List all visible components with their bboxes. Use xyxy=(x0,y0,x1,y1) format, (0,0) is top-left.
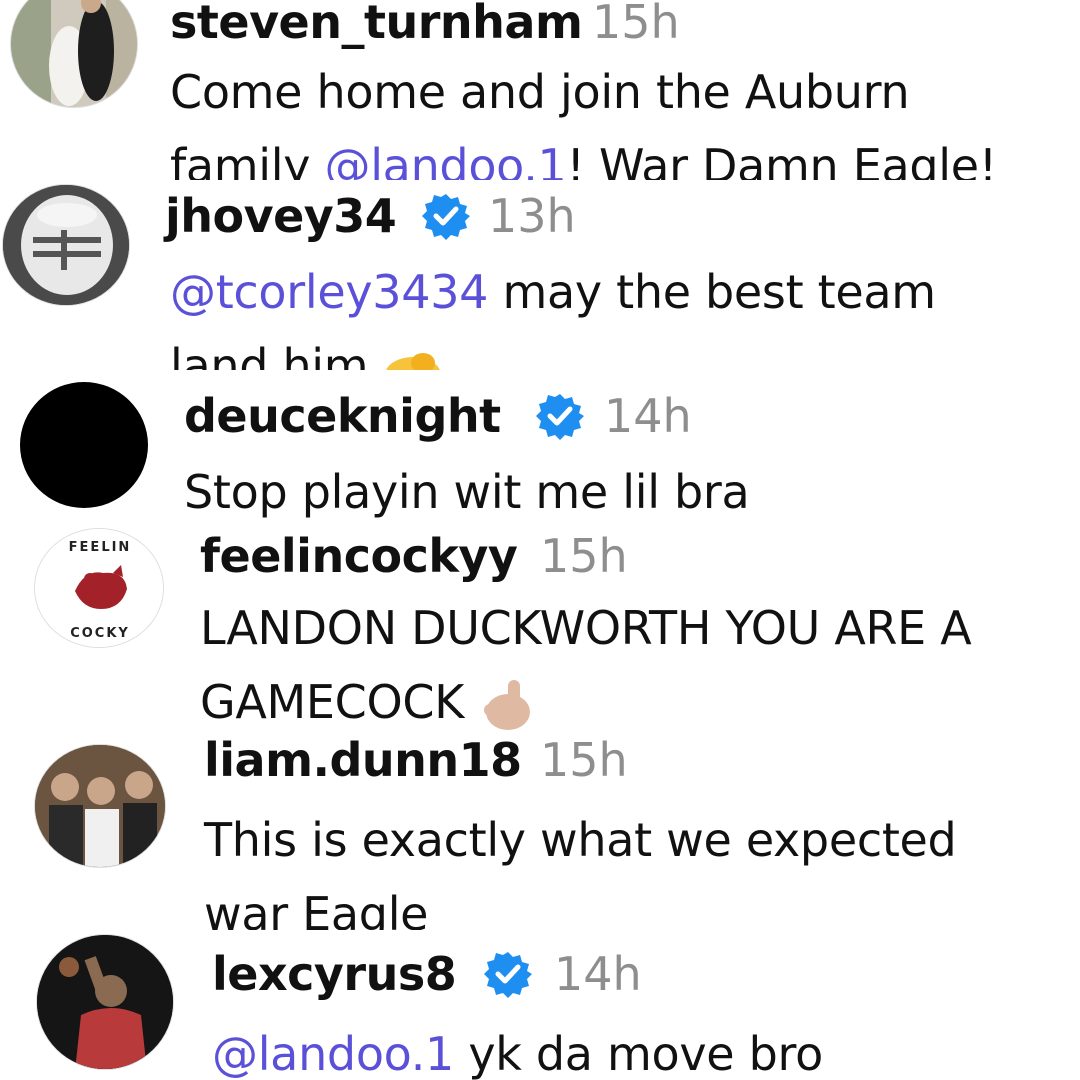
verified-badge-icon xyxy=(484,952,532,998)
mention-link[interactable]: @landoo.1 xyxy=(212,1027,454,1080)
comment-text: @tcorley3434 may the best team xyxy=(170,256,936,328)
avatar[interactable]: FEELIN COCKY xyxy=(34,528,164,648)
comment-steven-turnham: steven_turnham 15h Come home and join th… xyxy=(0,0,1080,180)
avatar-text: COCKY xyxy=(70,626,130,641)
avatar[interactable] xyxy=(36,934,174,1070)
comment-line: Come home and join the Auburn xyxy=(170,65,910,119)
timestamp: 13h xyxy=(488,189,576,243)
avatar[interactable] xyxy=(10,0,138,108)
comment-text: Come home and join the Auburn xyxy=(170,56,910,128)
comment-text-part: family xyxy=(170,139,325,180)
comment-text: LANDON DUCKWORTH YOU ARE A xyxy=(200,592,972,664)
comment-text: GAMECOCK xyxy=(200,666,538,738)
comment-line: Stop playin wit me lil bra xyxy=(184,465,750,519)
username[interactable]: lexcyrus8 xyxy=(212,946,457,1002)
comment-feelincockyy: FEELIN COCKY feelincockyy 15h LANDON DUC… xyxy=(0,520,1080,740)
comment-text: This is exactly what we expected xyxy=(204,804,957,876)
comment-liam-dunn18: liam.dunn18 15h This is exactly what we … xyxy=(0,740,1080,930)
comment-line: war Eagle xyxy=(204,887,429,930)
avatar[interactable] xyxy=(20,382,148,508)
username[interactable]: jhovey34 xyxy=(165,188,397,244)
timestamp: 15h xyxy=(540,740,628,787)
timestamp: 15h xyxy=(540,529,628,583)
comment-deuceknight: deuceknight 14h Stop playin wit me lil b… xyxy=(0,370,1080,530)
timestamp: 14h xyxy=(604,389,692,443)
verified-badge-icon xyxy=(536,394,584,440)
username[interactable]: deuceknight xyxy=(184,388,501,444)
comment-text: family @landoo.1! War Damn Eagle! xyxy=(170,130,997,180)
comment-line: land him xyxy=(170,339,369,370)
mention-link[interactable]: @tcorley3434 xyxy=(170,265,488,319)
comment-text-part: yk da move bro xyxy=(454,1027,823,1080)
mention-link[interactable]: @landoo.1 xyxy=(325,139,567,180)
comment-lexcyrus8: lexcyrus8 14h @landoo.1 yk da move bro xyxy=(0,930,1080,1080)
comment-text-part: may the best team xyxy=(488,265,936,319)
comment-line: This is exactly what we expected xyxy=(204,813,957,867)
comment-line: LANDON DUCKWORTH YOU ARE A xyxy=(200,601,972,655)
flexed-arm-emoji xyxy=(385,352,440,370)
avatar[interactable] xyxy=(2,184,130,306)
comment-text: @landoo.1 yk da move bro xyxy=(212,1018,823,1080)
call-me-hand-emoji xyxy=(484,679,531,730)
timestamp: 15h xyxy=(592,0,680,49)
comment-line: GAMECOCK xyxy=(200,675,465,729)
username[interactable]: steven_turnham xyxy=(170,0,583,50)
comment-text: Stop playin wit me lil bra xyxy=(184,456,750,528)
username[interactable]: feelincockyy xyxy=(200,528,518,584)
comment-text: land him xyxy=(170,330,443,370)
avatar[interactable] xyxy=(34,744,166,868)
avatar-text: FEELIN xyxy=(69,540,132,555)
comment-jhovey34: jhovey34 13h @tcorley3434 may the best t… xyxy=(0,180,1080,370)
timestamp: 14h xyxy=(554,947,642,1001)
verified-badge-icon xyxy=(422,194,470,240)
username[interactable]: liam.dunn18 xyxy=(204,740,522,788)
comment-text: war Eagle xyxy=(204,878,428,930)
comment-text-part: ! War Damn Eagle! xyxy=(566,139,998,180)
